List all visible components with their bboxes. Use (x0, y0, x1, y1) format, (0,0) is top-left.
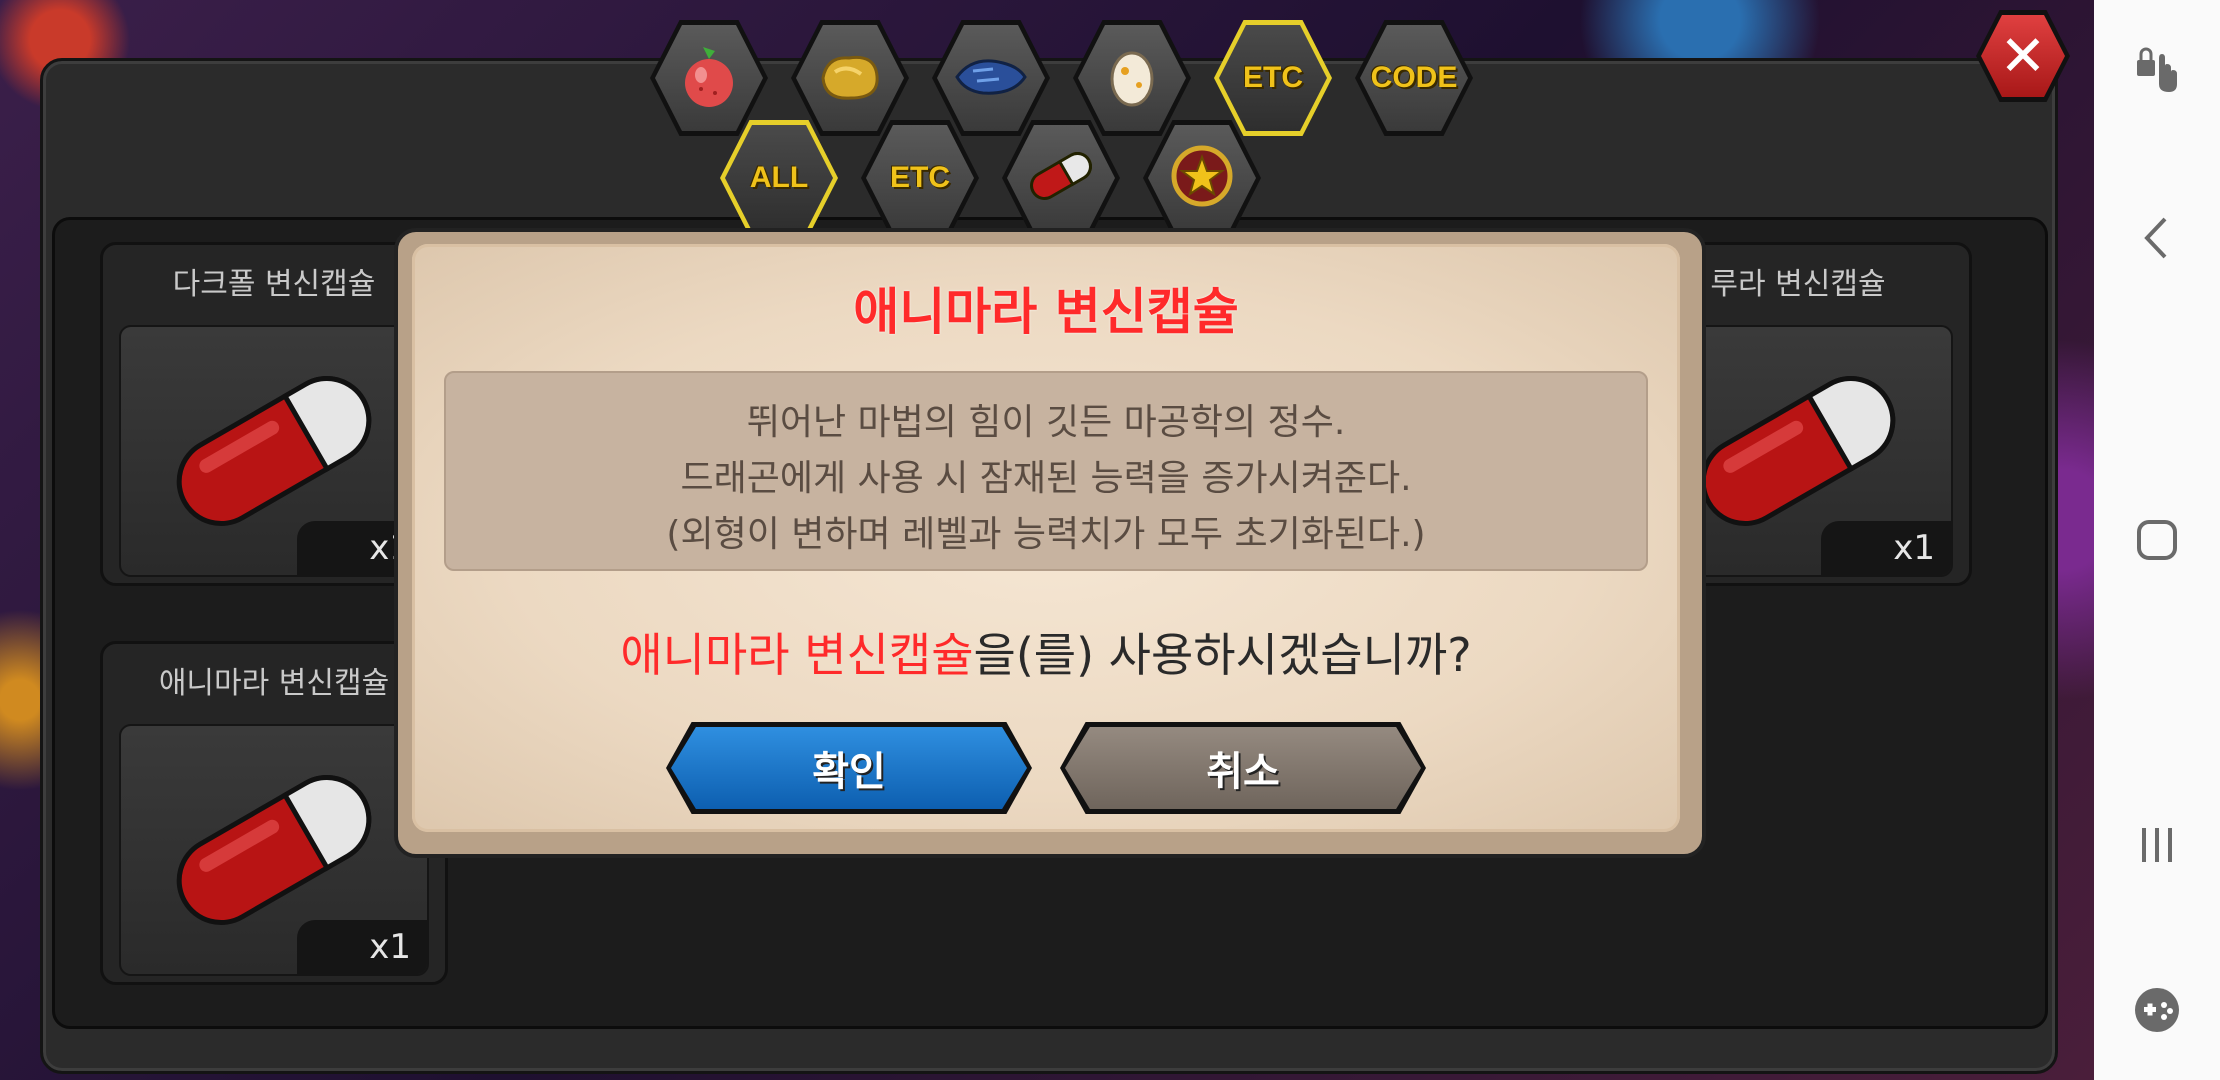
question-item-name: 애니마라 변신캡슐 (620, 628, 974, 682)
tab-etc-top-label: ETC (1243, 61, 1303, 94)
confirm-button[interactable]: 확인 (666, 722, 1032, 814)
close-icon: ✕ (1999, 23, 2047, 89)
item-count: x1 (1821, 521, 1951, 575)
tab-all-label: ALL (749, 161, 809, 194)
egg-icon (1107, 45, 1157, 111)
use-item-dialog: 애니마라 변신캡슐 뛰어난 마법의 힘이 깃든 마공학의 정수. 드래곤에게 사… (412, 244, 1680, 832)
item-image: x1 (119, 325, 429, 577)
item-count: x1 (297, 920, 427, 974)
touch-lock-icon[interactable] (2094, 40, 2220, 100)
item-description: 뛰어난 마법의 힘이 깃든 마공학의 정수. 드래곤에게 사용 시 잠재된 능력… (444, 371, 1648, 571)
capsule-icon (1023, 151, 1099, 205)
fruit-icon (679, 43, 739, 113)
tab-etc-sub-label: ETC (890, 161, 950, 194)
confirm-button-label: 확인 (671, 727, 1027, 809)
description-line: (외형이 변하며 레벨과 능력치가 모두 초기화된다.) (666, 514, 1426, 555)
description-line: 뛰어난 마법의 힘이 깃든 마공학의 정수. (746, 402, 1346, 443)
fish-icon (953, 51, 1029, 105)
cancel-button-label: 취소 (1065, 727, 1421, 809)
dialog-title: 애니마라 변신캡슐 (853, 283, 1239, 341)
cancel-button[interactable]: 취소 (1060, 722, 1426, 814)
description-line: 드래곤에게 사용 시 잠재된 능력을 증가시켜준다. (680, 458, 1412, 499)
star-emblem-icon (1169, 143, 1235, 213)
back-icon[interactable] (2094, 208, 2220, 268)
nugget-icon (817, 48, 883, 108)
home-icon[interactable] (2094, 510, 2220, 570)
tab-code-label: CODE (1370, 61, 1458, 94)
system-navigation-bar (2094, 0, 2220, 1080)
item-image: x1 (119, 724, 429, 976)
game-tools-icon[interactable] (2094, 980, 2220, 1040)
question-suffix: 을(를) 사용하시겠습니까? (973, 628, 1472, 682)
confirm-question: 애니마라 변신캡슐을(를) 사용하시겠습니까? (412, 619, 1680, 685)
recent-apps-icon[interactable] (2094, 815, 2220, 875)
